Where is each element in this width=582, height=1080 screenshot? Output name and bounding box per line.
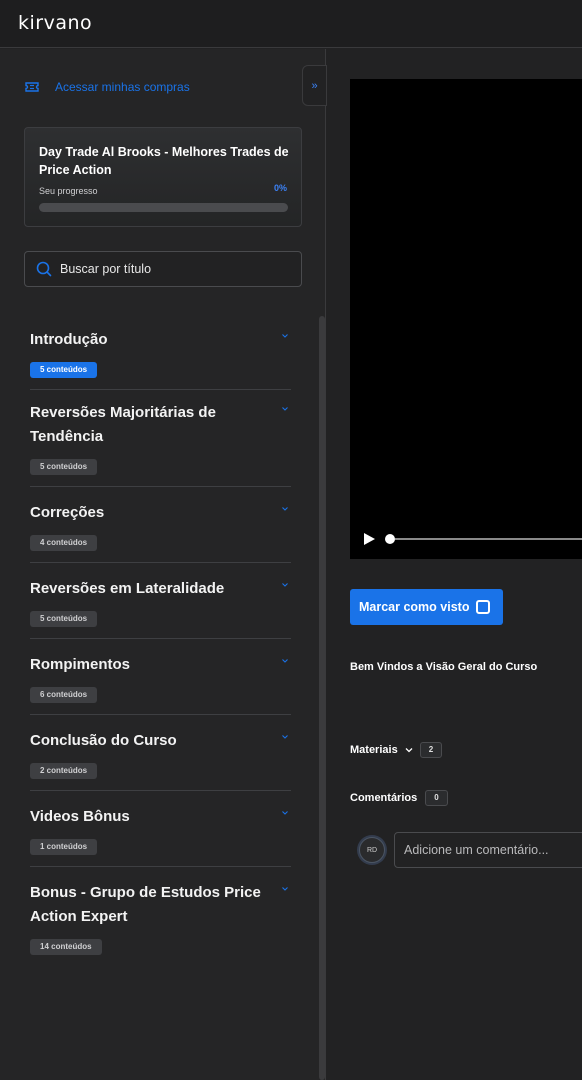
avatar-initials: RD bbox=[366, 846, 378, 854]
course-card: Day Trade Al Brooks - Melhores Trades de… bbox=[24, 127, 302, 227]
ticket-icon bbox=[25, 82, 39, 92]
checkbox-icon bbox=[476, 600, 491, 614]
video-player[interactable] bbox=[350, 79, 582, 559]
collapse-sidebar-button[interactable]: » bbox=[302, 65, 327, 106]
chevron-down-icon[interactable] bbox=[281, 885, 289, 893]
search-icon bbox=[36, 261, 52, 277]
module-content-count-badge: 1 conteúdos bbox=[30, 839, 98, 855]
chevron-down-icon[interactable] bbox=[281, 581, 289, 589]
module-title: Conclusão do Curso bbox=[30, 732, 177, 749]
module-item[interactable]: Rompimentos 6 conteúdos bbox=[30, 639, 291, 715]
access-purchases-link[interactable]: Acessar minhas compras bbox=[24, 79, 190, 95]
video-seek-handle[interactable] bbox=[385, 534, 395, 544]
chevron-down-icon bbox=[405, 748, 413, 753]
module-title: Reversões em Lateralidade bbox=[30, 580, 225, 597]
kirvano-logo[interactable]: kirvano bbox=[18, 12, 92, 34]
progress-percentage: 0% bbox=[273, 183, 287, 193]
chevron-down-icon[interactable] bbox=[281, 332, 289, 340]
module-content-count-badge: 14 conteúdos bbox=[30, 939, 102, 955]
comments-header: Comentários 0 bbox=[350, 790, 448, 806]
materials-count-badge: 2 bbox=[419, 742, 443, 758]
lesson-title: Bem Vindos a Visão Geral do Curso bbox=[350, 661, 538, 673]
module-item[interactable]: Reversões em Lateralidade 5 conteúdos bbox=[30, 563, 291, 639]
comments-label: Comentários bbox=[350, 792, 418, 804]
module-content-count-badge: 4 conteúdos bbox=[30, 535, 98, 551]
sidebar-divider bbox=[325, 49, 326, 1080]
comment-input[interactable] bbox=[394, 832, 582, 868]
chevron-down-icon[interactable] bbox=[281, 733, 289, 741]
module-content-count-badge: 5 conteúdos bbox=[30, 611, 98, 627]
avatar: RD bbox=[359, 837, 385, 863]
progress-label: Seu progresso bbox=[39, 186, 98, 196]
module-item[interactable]: Reversões Majoritárias de Tendência 5 con… bbox=[30, 390, 291, 487]
module-content-count-badge: 6 conteúdos bbox=[30, 687, 98, 703]
play-icon[interactable] bbox=[362, 532, 376, 546]
module-item[interactable]: Videos Bônus 1 conteúdos bbox=[30, 791, 291, 867]
module-title: Reversões Majoritárias de Tendência bbox=[30, 404, 216, 445]
module-content-count-badge: 5 conteúdos bbox=[30, 362, 98, 378]
module-title: Correções bbox=[30, 504, 105, 521]
materials-label: Materiais bbox=[350, 744, 398, 756]
comments-count-badge: 0 bbox=[425, 790, 448, 806]
mark-as-seen-label: Marcar como visto bbox=[359, 600, 470, 614]
double-chevron-right-icon: » bbox=[311, 79, 318, 92]
module-item[interactable]: Correções 4 conteúdos bbox=[30, 487, 291, 563]
module-item[interactable]: Conclusão do Curso 2 conteúdos bbox=[30, 715, 291, 791]
chevron-down-icon[interactable] bbox=[281, 505, 289, 513]
access-purchases-label: Acessar minhas compras bbox=[55, 80, 190, 94]
module-title: Rompimentos bbox=[30, 656, 131, 673]
chevron-down-icon[interactable] bbox=[281, 405, 289, 413]
chevron-down-icon[interactable] bbox=[281, 657, 289, 665]
mark-as-seen-button[interactable]: Marcar como visto bbox=[350, 589, 503, 625]
progress-bar bbox=[39, 203, 288, 212]
module-item[interactable]: Introdução 5 conteúdos bbox=[30, 317, 291, 390]
chevron-down-icon[interactable] bbox=[281, 809, 289, 817]
module-item[interactable]: Bonus - Grupo de Estudos Price Action Ex… bbox=[30, 867, 291, 966]
module-list: Introdução 5 conteúdos Reversões Majoritár… bbox=[30, 317, 291, 966]
search-input[interactable] bbox=[60, 262, 280, 276]
module-content-count-badge: 5 conteúdos bbox=[30, 459, 98, 475]
course-title: Day Trade Al Brooks - Melhores Trades de… bbox=[39, 145, 289, 177]
module-title: Introdução bbox=[30, 331, 108, 348]
module-content-count-badge: 2 conteúdos bbox=[30, 763, 98, 779]
video-seek-bar[interactable] bbox=[395, 538, 582, 540]
materials-toggle[interactable]: Materiais 2 bbox=[350, 742, 443, 758]
module-title: Videos Bônus bbox=[30, 808, 130, 825]
sidebar-scrollbar[interactable] bbox=[319, 316, 325, 1080]
module-title: Bonus - Grupo de Estudos Price Action Ex… bbox=[30, 884, 261, 925]
top-bar: kirvano bbox=[0, 0, 582, 48]
search-box[interactable] bbox=[24, 251, 302, 287]
